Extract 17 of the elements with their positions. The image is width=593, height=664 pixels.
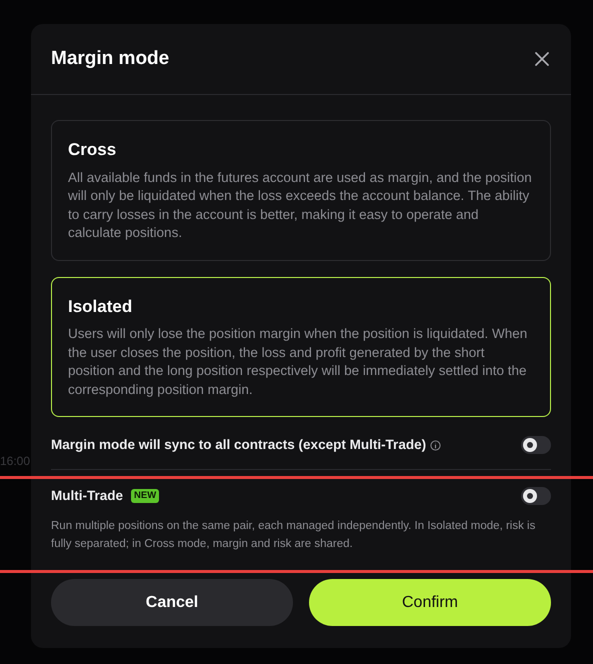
confirm-button[interactable]: Confirm [309, 579, 551, 626]
mode-description: Users will only lose the position margin when the position is liquidated. When the user closes the position, the loss and profit generated by the short position and the long position respectively will be immediately settled into the corresponding position margin. [68, 325, 528, 399]
toggle-switch[interactable] [521, 487, 551, 506]
close-button[interactable] [533, 50, 551, 68]
setting-label: Margin mode will sync to all contracts (except Multi-Trade) [51, 436, 426, 454]
time-label: 16:00 [0, 453, 30, 470]
setting-description: Run multiple positions on the same pair, each managed independently. In Isolated mode, risk is fully separated; in Cross mode, margin and risk are shared. [51, 518, 536, 552]
setting-label: Multi-Trade [51, 487, 124, 506]
new-badge: NEW [131, 489, 160, 504]
dialog-title: Margin mode [51, 48, 170, 70]
toggle-switch[interactable] [521, 436, 551, 454]
mode-title: Cross [68, 139, 118, 161]
info-icon[interactable] [430, 440, 442, 451]
mode-title: Isolated [68, 296, 134, 318]
mode-description: All available funds in the futures account are used as margin, and the position will only be liquidated when the loss exceeds the account balance. The ability to carry losses in the account is better, making it easy to operate and calculate positions. [68, 168, 533, 242]
cancel-button[interactable]: Cancel [51, 579, 293, 626]
mode-option-card[interactable] [51, 120, 551, 260]
